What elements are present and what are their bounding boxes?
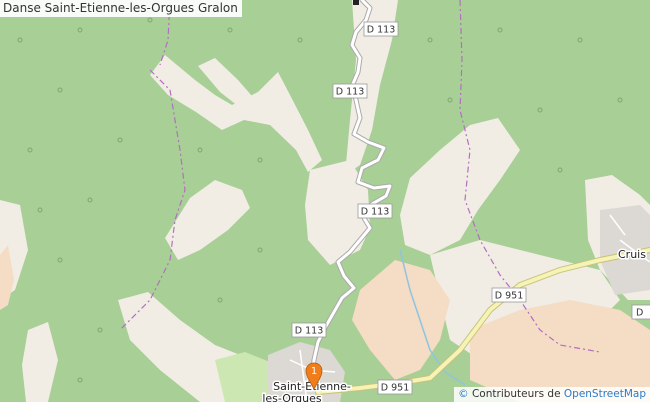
info-icon[interactable]: © bbox=[458, 388, 469, 400]
map-attribution: © Contributeurs de OpenStreetMap bbox=[454, 387, 650, 402]
top-edge-marker-icon bbox=[353, 0, 359, 5]
road-shield-d951-1: D 951 bbox=[491, 287, 527, 303]
place-label-cruis[interactable]: Cruis bbox=[617, 247, 648, 263]
road-shield-label: D 113 bbox=[295, 326, 323, 337]
openstreetmap-link[interactable]: OpenStreetMap bbox=[564, 388, 646, 400]
road-shield-d-right: D bbox=[631, 304, 650, 320]
map-canvas[interactable]: D 113 D 113 D 113 D 113 D 951 D 951 D Cr… bbox=[0, 0, 650, 402]
road-shield-d113-1: D 113 bbox=[363, 21, 399, 37]
road-shield-d113-2: D 113 bbox=[332, 83, 368, 99]
road-shield-label: D 113 bbox=[336, 87, 364, 98]
road-shield-label: D 113 bbox=[361, 207, 389, 218]
road-shield-label: D bbox=[636, 308, 643, 319]
attribution-prefix: Contributeurs de bbox=[471, 388, 561, 400]
place-label-town-line2[interactable]: les-Orgues bbox=[261, 391, 324, 402]
road-shield-d113-4: D 113 bbox=[291, 322, 327, 338]
marker-label: 1 bbox=[311, 366, 317, 377]
map-title: Danse Saint-Etienne-les-Orgues Gralon bbox=[0, 0, 242, 17]
road-shield-label: D 951 bbox=[495, 291, 523, 302]
road-shield-d951-2: D 951 bbox=[377, 379, 413, 395]
road-shield-label: D 113 bbox=[367, 25, 395, 36]
road-shield-d113-3: D 113 bbox=[357, 203, 393, 219]
road-shield-label: D 951 bbox=[381, 383, 409, 394]
